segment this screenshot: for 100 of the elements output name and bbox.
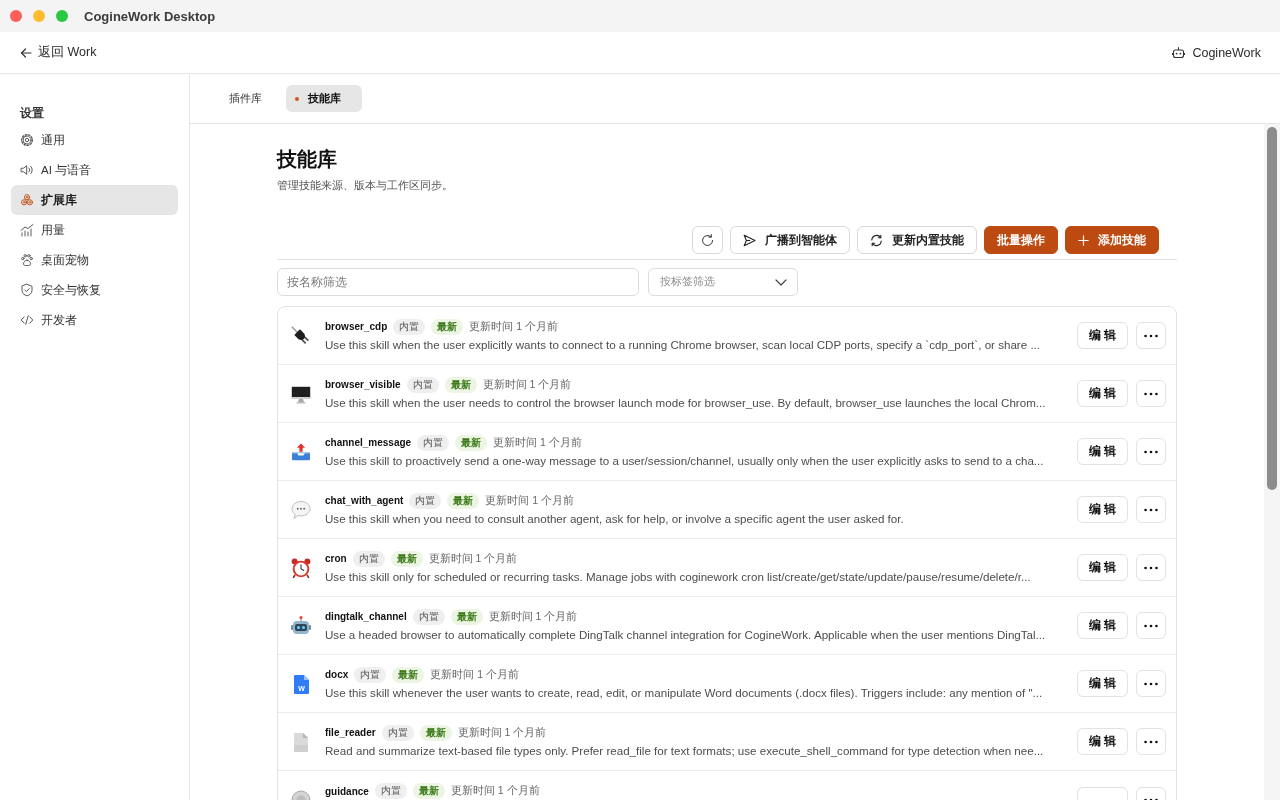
speech-bubble-icon	[290, 498, 312, 521]
builtin-tag: 内置	[393, 318, 426, 335]
edit-button[interactable]: 编 辑	[1077, 554, 1128, 581]
robot-icon	[290, 614, 312, 637]
builtin-tag: 内置	[406, 376, 439, 393]
more-icon	[1144, 391, 1158, 396]
skill-description: Use this skill only for scheduled or recurring tasks. Manage jobs with coginework cron list/create/get/state/update/pause/resume/delete/r...	[325, 568, 1032, 585]
skill-name: browser_cdp	[325, 321, 388, 332]
more-icon	[1144, 623, 1158, 628]
page-title: 技能库	[277, 147, 338, 172]
edit-button[interactable]: 编 辑	[1077, 496, 1128, 523]
builtin-tag: 内置	[381, 724, 414, 741]
skill-description: Use this skill when you need to consult another agent, ask for help, or involve a specific agent the user asked for.	[325, 510, 905, 527]
more-button[interactable]	[1136, 438, 1166, 465]
updated-time: 更新时间 1 个月前	[469, 319, 558, 334]
primary-button[interactable]: 批量操作	[984, 226, 1058, 254]
updated-time: 更新时间 1 个月前	[457, 725, 547, 740]
sync-icon	[870, 233, 883, 247]
skill-name: dingtalk_channel	[325, 611, 407, 622]
updated-time: 更新时间 1 个月前	[482, 377, 572, 392]
bar-chart-icon	[20, 223, 34, 237]
skill-description: Use this skill whenever the user wants to create, read, edit, or manipulate Word documents (.docx files). Triggers include: any mention of "...	[325, 684, 1044, 701]
more-icon	[1144, 449, 1158, 454]
scrollbar-thumb[interactable]	[1267, 127, 1277, 490]
back-link[interactable]: 返回 Work	[20, 44, 97, 61]
updated-time: 更新时间 1 个月前	[488, 609, 578, 624]
more-icon	[1144, 739, 1158, 744]
tab[interactable]: 插件库	[208, 85, 283, 112]
more-button[interactable]	[1136, 728, 1166, 755]
window-title: CogineWork Desktop	[84, 8, 216, 24]
page-subtitle: 管理技能来源、版本与工作区同步。	[277, 178, 454, 193]
sidebar-item[interactable]: 桌面宠物	[11, 245, 178, 275]
more-icon	[1144, 333, 1158, 338]
arrow-left-icon	[20, 46, 32, 59]
sidebar-item[interactable]: 通用	[11, 125, 178, 155]
updated-time: 更新时间 1 个月前	[428, 551, 518, 566]
refresh-button[interactable]	[692, 226, 723, 254]
latest-tag: 最新	[412, 783, 445, 799]
edit-button[interactable]: 编 辑	[1077, 728, 1128, 755]
close-button[interactable]	[10, 10, 22, 22]
updated-time: 更新时间 1 个月前	[485, 493, 575, 508]
more-icon	[1144, 681, 1158, 686]
builtin-tag: 内置	[412, 608, 445, 625]
sidebar-item[interactable]: AI 与语音	[11, 155, 178, 185]
sidebar-item[interactable]: 扩展库	[11, 185, 178, 215]
builtin-tag: 内置	[409, 492, 442, 509]
more-button[interactable]	[1136, 612, 1166, 639]
cluster-icon	[20, 193, 34, 207]
latest-tag: 最新	[444, 376, 477, 393]
minimize-button[interactable]	[33, 10, 45, 22]
sidebar-heading: 设置	[19, 106, 45, 121]
skill-description: Use this skill when the user needs to control the browser launch mode for browser_use. By default, browser_use launches the local Chrom...	[325, 394, 1047, 411]
edit-button[interactable]: 编 辑	[1077, 670, 1128, 697]
more-button[interactable]	[1136, 322, 1166, 349]
latest-tag: 最新	[419, 724, 452, 741]
edit-button[interactable]: 编 辑	[1077, 438, 1128, 465]
toolbar-button[interactable]: 广播到智能体	[730, 226, 850, 254]
chevron-down-icon	[775, 278, 787, 286]
shield-icon	[20, 283, 34, 297]
paw-icon	[20, 253, 34, 267]
skill-name: chat_with_agent	[325, 495, 404, 506]
more-button[interactable]	[1136, 670, 1166, 697]
agent-button[interactable]: CogineWork	[1172, 45, 1261, 60]
updated-time: 更新时间 1 个月前	[493, 435, 582, 450]
edit-button[interactable]: 编 辑	[1077, 322, 1128, 349]
primary-button[interactable]: 添加技能	[1065, 226, 1159, 254]
speaker-icon	[20, 163, 34, 177]
name-filter-field[interactable]: 按名称筛选	[277, 268, 639, 296]
more-button[interactable]	[1136, 554, 1166, 581]
builtin-tag: 内置	[352, 550, 385, 567]
send-icon	[743, 233, 756, 247]
latest-tag: 最新	[392, 666, 425, 683]
plug-icon	[290, 324, 312, 347]
gear-icon	[20, 133, 34, 147]
edit-button[interactable]: 编 辑	[1077, 380, 1128, 407]
builtin-tag: 内置	[354, 666, 387, 683]
latest-tag: 最新	[431, 318, 464, 335]
sidebar-item[interactable]: 安全与恢复	[11, 275, 178, 305]
tag-filter-select[interactable]: 按标签筛选	[648, 268, 798, 296]
zoom-button[interactable]	[56, 10, 68, 22]
toolbar-button[interactable]: 更新内置技能	[857, 226, 977, 254]
more-button[interactable]	[1136, 496, 1166, 523]
edit-button[interactable]: 编 辑	[1077, 612, 1128, 639]
latest-tag: 最新	[390, 550, 423, 567]
skill-name: docx	[325, 669, 349, 680]
robot-icon	[1172, 46, 1186, 59]
skill-name: guidance	[325, 785, 369, 797]
skill-name: cron	[325, 553, 347, 564]
refresh-icon	[701, 233, 714, 247]
skill-description: Use this skill to proactively send a one-way message to a user/session/channel, usually only when the user explicitly asks to send to a cha...	[325, 452, 1045, 469]
more-button[interactable]	[1136, 380, 1166, 407]
skill-description: Use this skill when the user explicitly wants to connect to a running Chrome browser, scan local CDP ports, specify a `cdp_port`, or share ...	[325, 336, 1042, 353]
alarm-clock-icon	[290, 556, 312, 579]
updated-time: 更新时间 1 个月前	[450, 784, 540, 798]
tab[interactable]: 技能库	[286, 85, 362, 112]
code-icon	[20, 313, 34, 327]
sidebar-item[interactable]: 开发者	[11, 305, 178, 335]
latest-tag: 最新	[450, 608, 483, 625]
sidebar-item[interactable]: 用量	[11, 215, 178, 245]
skill-description: Use a headed browser to automatically complete DingTalk channel integration for CogineWork. Applicable when the user mentions DingTal...	[325, 626, 1047, 643]
